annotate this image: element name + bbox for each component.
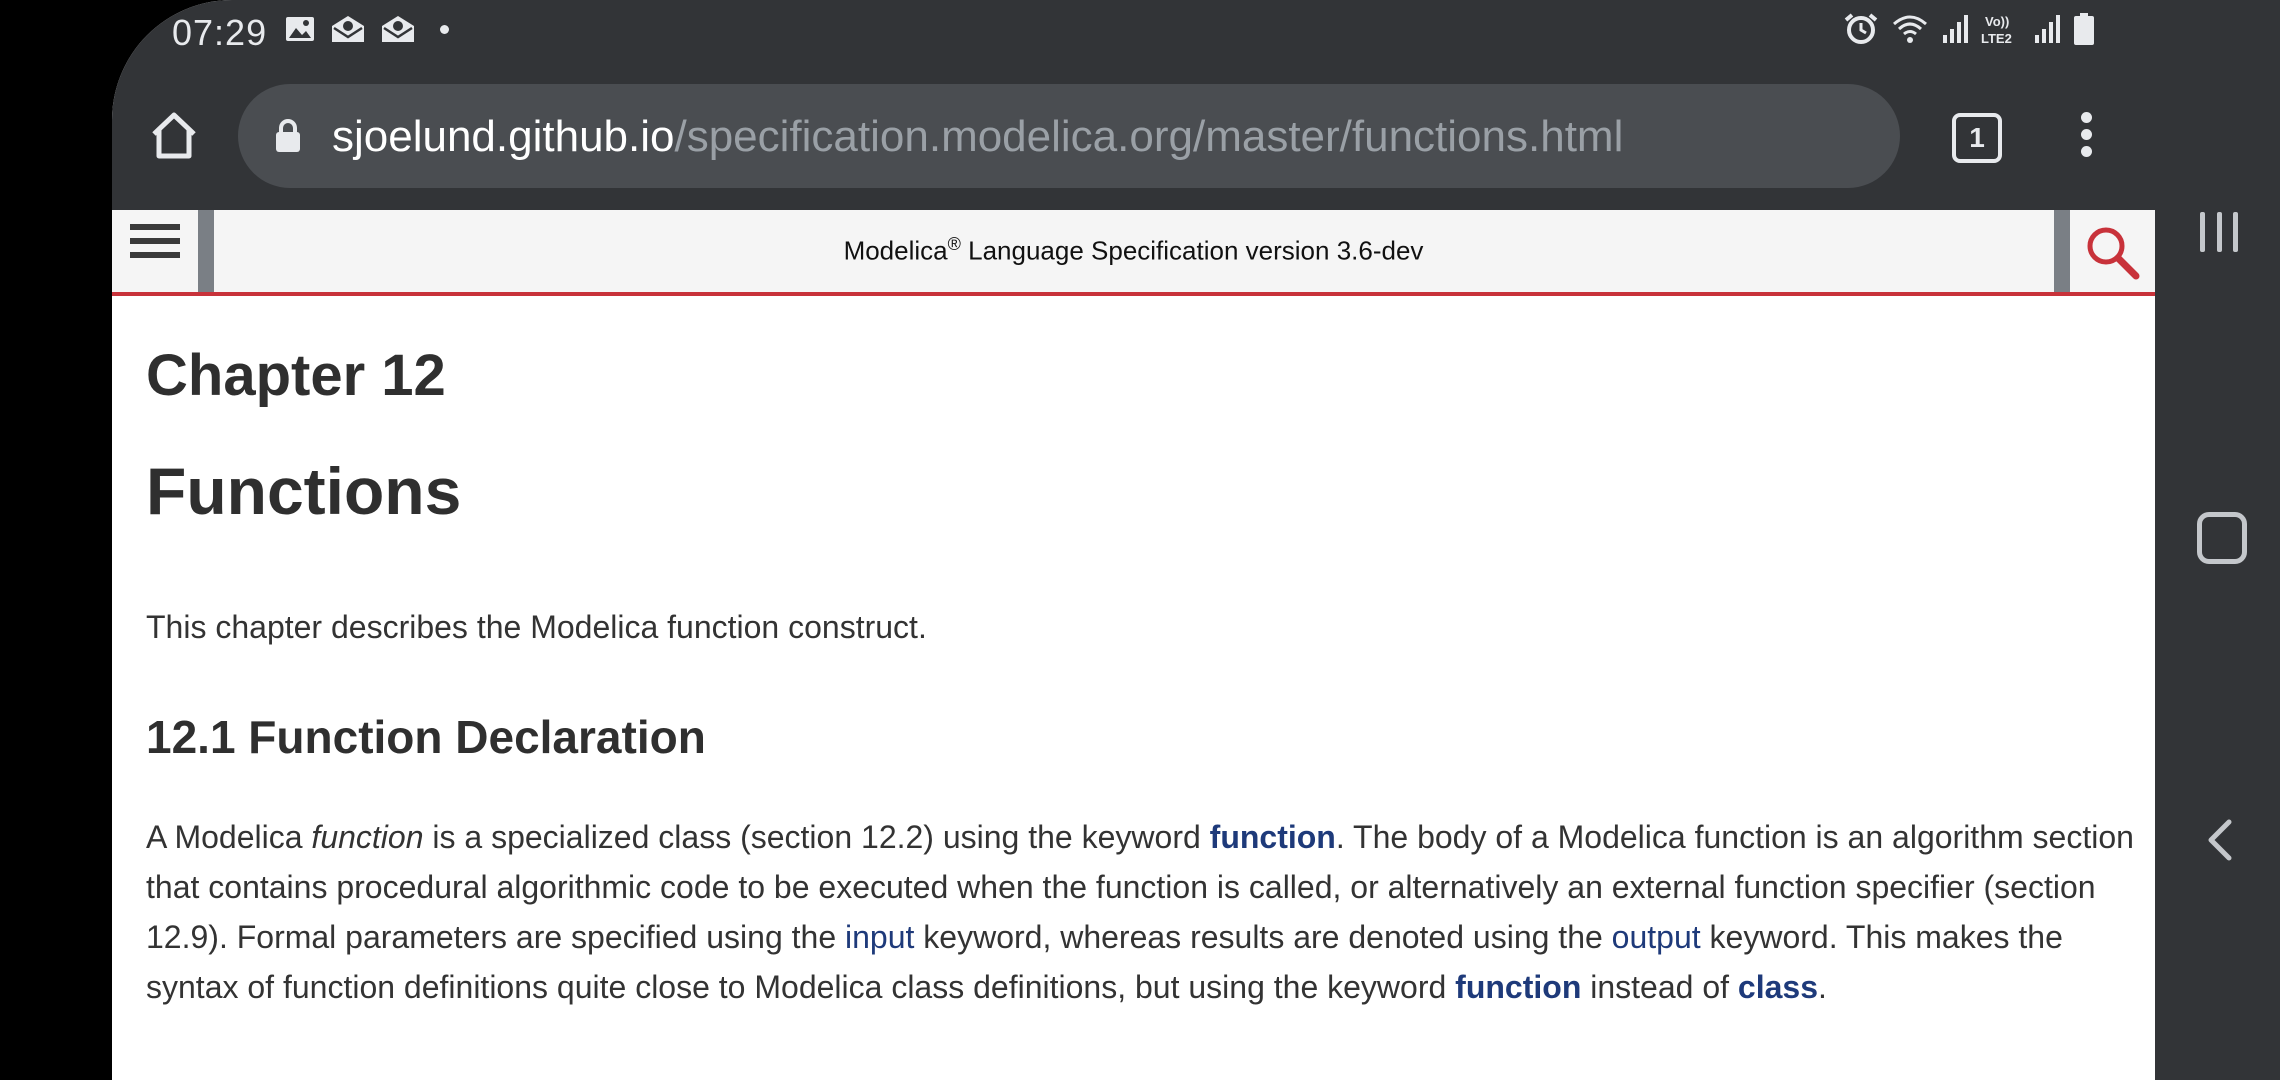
browser-chrome: 07:29 Vo)) LTE2 sjoelund.github.io/specif… <box>112 0 2155 210</box>
signal-icon <box>1943 15 1968 43</box>
url-path: /specification.modelica.org/master/funct… <box>674 112 1624 161</box>
overflow-menu-icon[interactable] <box>2076 112 2096 160</box>
svg-text:LTE2: LTE2 <box>1981 31 2012 46</box>
address-bar[interactable]: sjoelund.github.io/specification.modelic… <box>238 84 1900 188</box>
wifi-icon <box>1893 15 1927 43</box>
keyword-link-input[interactable]: input <box>845 919 914 955</box>
keyword-link-class[interactable]: class <box>1738 969 1818 1005</box>
header-divider-right <box>2054 210 2070 292</box>
keyword-link-function[interactable]: function <box>1210 819 1336 855</box>
url-text[interactable]: sjoelund.github.io/specification.modelic… <box>332 112 1623 162</box>
main-content: Chapter 12 Functions This chapter descri… <box>146 300 2136 1012</box>
keyword-link-output[interactable]: output <box>1612 919 1701 955</box>
section-paragraph: A Modelica function is a specialized cla… <box>146 819 2134 1005</box>
url-host: sjoelund.github.io <box>332 112 675 161</box>
mail-notification-icon-2 <box>382 16 414 42</box>
home-icon[interactable] <box>148 110 200 162</box>
home-button-icon[interactable] <box>2197 512 2247 564</box>
image-notification-icon <box>286 17 314 41</box>
mail-notification-icon <box>332 16 364 42</box>
lock-icon <box>276 119 300 152</box>
system-navigation-bar <box>2155 0 2280 1080</box>
more-notifications-dot-icon <box>440 24 449 34</box>
browser-screen: 07:29 Vo)) LTE2 sjoelund.github.io/specif… <box>112 0 2155 1080</box>
search-icon[interactable] <box>2084 224 2142 282</box>
site-header: Modelica® Language Specification version… <box>112 210 2155 296</box>
spec-title-name: Modelica <box>843 235 948 266</box>
alarm-icon <box>1844 13 1878 44</box>
chapter-label: Chapter 12 <box>146 343 446 408</box>
page-title: Functions <box>146 454 462 528</box>
spec-title: Modelica® Language Specification version… <box>112 234 2155 267</box>
notification-icons <box>284 14 449 44</box>
volte-icon: Vo)) LTE2 <box>1981 14 2012 46</box>
signal-icon-2 <box>2035 15 2060 43</box>
intro-paragraph: This chapter describes the Modelica func… <box>146 609 927 645</box>
keyword-link-function-2[interactable]: function <box>1455 969 1581 1005</box>
svg-text:Vo)): Vo)) <box>1985 14 2009 29</box>
back-icon[interactable] <box>2203 818 2235 862</box>
emphasis-function: function <box>311 819 424 855</box>
recent-apps-icon[interactable] <box>2200 212 2238 252</box>
spec-title-version: Language Specification version 3.6-dev <box>960 235 1424 266</box>
registered-mark: ® <box>947 234 961 254</box>
tab-switcher-button[interactable]: 1 <box>1952 113 2002 163</box>
battery-icon <box>2074 13 2094 45</box>
section-heading: 12.1 Function Declaration <box>146 711 706 763</box>
status-time: 07:29 <box>172 12 268 53</box>
system-status-icons: Vo)) LTE2 <box>1843 12 2095 46</box>
